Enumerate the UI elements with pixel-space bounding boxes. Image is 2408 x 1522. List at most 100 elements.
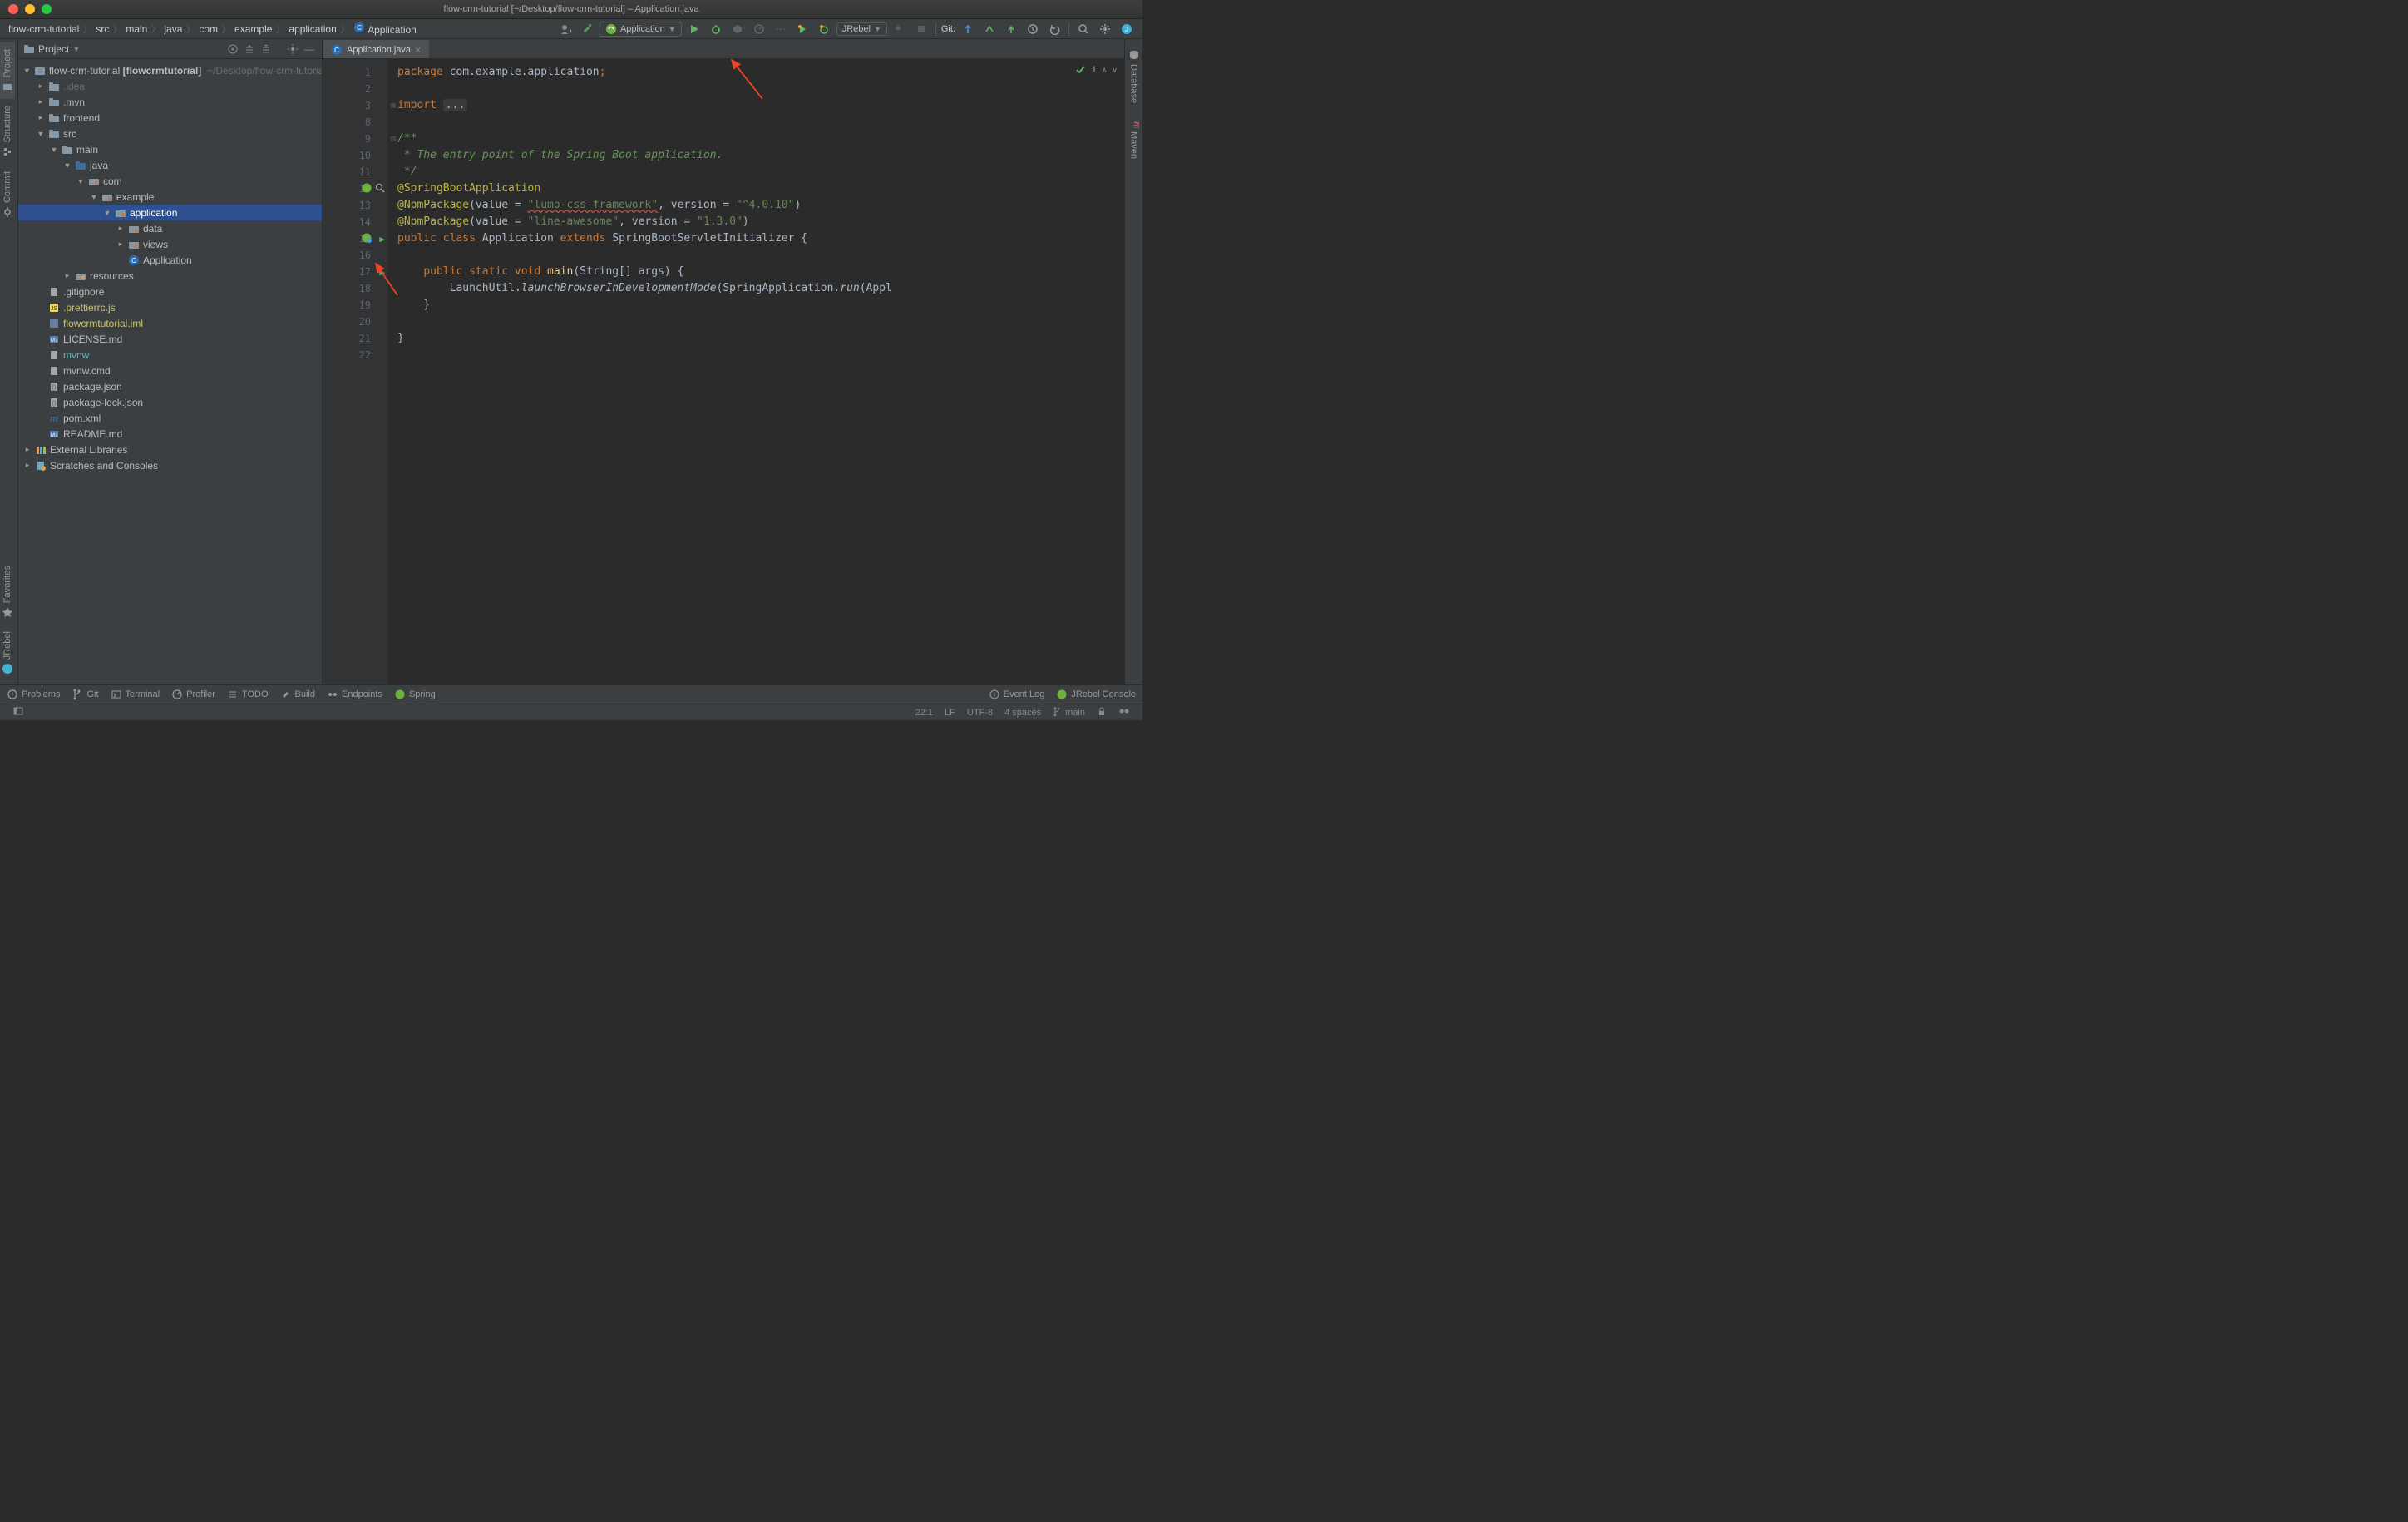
tab-maven[interactable]: mMaven: [1125, 110, 1142, 166]
tree-item[interactable]: ▸frontend: [18, 110, 322, 126]
tab-todo[interactable]: TODO: [227, 689, 269, 700]
status-processes-icon[interactable]: [1113, 706, 1136, 719]
tree-item[interactable]: ▸.idea: [18, 78, 322, 94]
gear-icon[interactable]: [285, 42, 300, 57]
run-button[interactable]: [685, 20, 703, 38]
breadcrumb-item[interactable]: application: [287, 22, 338, 36]
tree-item[interactable]: CApplication: [18, 252, 322, 268]
status-line-sep[interactable]: LF: [939, 708, 961, 718]
coverage-icon[interactable]: [728, 20, 747, 38]
jrebel-debug-icon[interactable]: [815, 20, 833, 38]
chevron-down-icon[interactable]: ∨: [1112, 66, 1118, 75]
maximize-icon[interactable]: [42, 4, 52, 14]
git-history-icon[interactable]: [1024, 20, 1042, 38]
spring-gutter-icon[interactable]: [361, 182, 373, 196]
close-icon[interactable]: [8, 4, 18, 14]
tab-favorites[interactable]: Favorites: [0, 559, 15, 625]
status-indent[interactable]: 4 spaces: [999, 708, 1047, 718]
stop-icon[interactable]: [912, 20, 930, 38]
tree-item[interactable]: ▼application: [18, 205, 322, 220]
breadcrumb-item[interactable]: flow-crm-tutorial: [7, 22, 81, 36]
breadcrumb-item[interactable]: example: [233, 22, 274, 36]
quick-access-icon[interactable]: [7, 705, 30, 719]
git-update-icon[interactable]: [959, 20, 977, 38]
git-commit-icon[interactable]: [980, 20, 999, 38]
gavel-icon[interactable]: [891, 20, 909, 38]
add-user-icon[interactable]: ▾: [556, 20, 575, 38]
tab-eventlog[interactable]: iEvent Log: [989, 689, 1045, 700]
tree-external-libs[interactable]: ▸ External Libraries: [18, 442, 322, 457]
gear-icon[interactable]: [1096, 20, 1114, 38]
jrebel-run-icon[interactable]: [793, 20, 812, 38]
chevron-up-icon[interactable]: ∧: [1102, 66, 1108, 75]
close-tab-icon[interactable]: ×: [415, 44, 421, 56]
run-gutter-icon[interactable]: ▶: [379, 267, 385, 278]
status-lock-icon[interactable]: [1091, 706, 1113, 719]
tab-git[interactable]: Git: [72, 689, 98, 700]
code-editor[interactable]: package com.example.application; import …: [387, 59, 1124, 684]
tree-item[interactable]: ▸data: [18, 220, 322, 236]
status-encoding[interactable]: UTF-8: [961, 708, 999, 718]
tree-item[interactable]: mvnw.cmd: [18, 363, 322, 378]
breadcrumb-item[interactable]: main: [124, 22, 149, 36]
tree-item[interactable]: {}package.json: [18, 378, 322, 394]
search-icon[interactable]: [1074, 20, 1093, 38]
tab-problems[interactable]: !Problems: [7, 689, 60, 700]
tree-item[interactable]: flowcrmtutorial.iml: [18, 315, 322, 331]
git-rollback-icon[interactable]: [1045, 20, 1063, 38]
tree-item[interactable]: .gitignore: [18, 284, 322, 299]
debug-button[interactable]: [707, 20, 725, 38]
breadcrumb-item[interactable]: C Application: [352, 21, 418, 37]
tree-item[interactable]: ▼com: [18, 173, 322, 189]
tree-item[interactable]: JS.prettierrc.js: [18, 299, 322, 315]
minimize-icon[interactable]: [25, 4, 35, 14]
dots-icon[interactable]: ⋯: [772, 20, 790, 38]
tree-item[interactable]: M↓LICENSE.md: [18, 331, 322, 347]
status-branch[interactable]: main: [1047, 707, 1091, 718]
tab-terminal[interactable]: Terminal: [111, 689, 160, 700]
tree-item[interactable]: ▼java: [18, 157, 322, 173]
run-config-selector[interactable]: Application ▼: [600, 22, 682, 37]
jrebel-icon[interactable]: J: [1118, 20, 1136, 38]
status-position[interactable]: 22:1: [910, 708, 939, 718]
tree-item[interactable]: mpom.xml: [18, 410, 322, 426]
tab-commit[interactable]: Commit: [0, 165, 15, 225]
tree-item[interactable]: ▸.mvn: [18, 94, 322, 110]
tab-jrebel-console[interactable]: JRebel Console: [1056, 689, 1136, 700]
tab-profiler[interactable]: Profiler: [171, 689, 215, 700]
tree-item[interactable]: {}package-lock.json: [18, 394, 322, 410]
hammer-icon[interactable]: [578, 20, 596, 38]
sidebar-title[interactable]: Project ▼: [23, 43, 220, 55]
expand-all-icon[interactable]: [242, 42, 257, 57]
gutter[interactable]: 1 2 3⊞ 8 9⊟ 10 11 12 13 14 15▶ 16 17▶ 18…: [323, 59, 387, 684]
breadcrumb-item[interactable]: java: [162, 22, 184, 36]
tab-project[interactable]: Project: [0, 42, 15, 99]
tab-build[interactable]: Build: [280, 689, 315, 700]
tab-jrebel[interactable]: JRebel: [0, 625, 15, 681]
inspection-widget[interactable]: 1 ∧ ∨: [1075, 64, 1118, 76]
git-push-icon[interactable]: [1002, 20, 1020, 38]
breadcrumb-item[interactable]: com: [197, 22, 220, 36]
tree-item[interactable]: ▼main: [18, 141, 322, 157]
editor-tab[interactable]: C Application.java ×: [323, 40, 429, 58]
bean-gutter-icon[interactable]: [361, 232, 373, 246]
tab-spring[interactable]: Spring: [394, 689, 436, 700]
select-opened-icon[interactable]: [225, 42, 240, 57]
tab-endpoints[interactable]: Endpoints: [327, 689, 382, 700]
tree-item[interactable]: ▸views: [18, 236, 322, 252]
hide-icon[interactable]: —: [302, 42, 317, 57]
tab-structure[interactable]: Structure: [0, 99, 15, 165]
tree-root[interactable]: ▼ flow-crm-tutorial [flowcrmtutorial] ~/…: [18, 62, 322, 78]
jrebel-selector[interactable]: JRebel ▼: [836, 22, 887, 36]
profile-icon[interactable]: [750, 20, 768, 38]
breadcrumb-item[interactable]: src: [94, 22, 111, 36]
run-gutter-icon[interactable]: ▶: [379, 234, 385, 245]
tab-database[interactable]: Database: [1125, 42, 1142, 110]
tree-item[interactable]: M↓README.md: [18, 426, 322, 442]
tree-item[interactable]: ▼src: [18, 126, 322, 141]
tree-scratches[interactable]: ▸ Scratches and Consoles: [18, 457, 322, 473]
tree-item[interactable]: ▸resources: [18, 268, 322, 284]
tree-item[interactable]: ▼example: [18, 189, 322, 205]
collapse-all-icon[interactable]: [259, 42, 274, 57]
find-icon[interactable]: [375, 183, 385, 195]
